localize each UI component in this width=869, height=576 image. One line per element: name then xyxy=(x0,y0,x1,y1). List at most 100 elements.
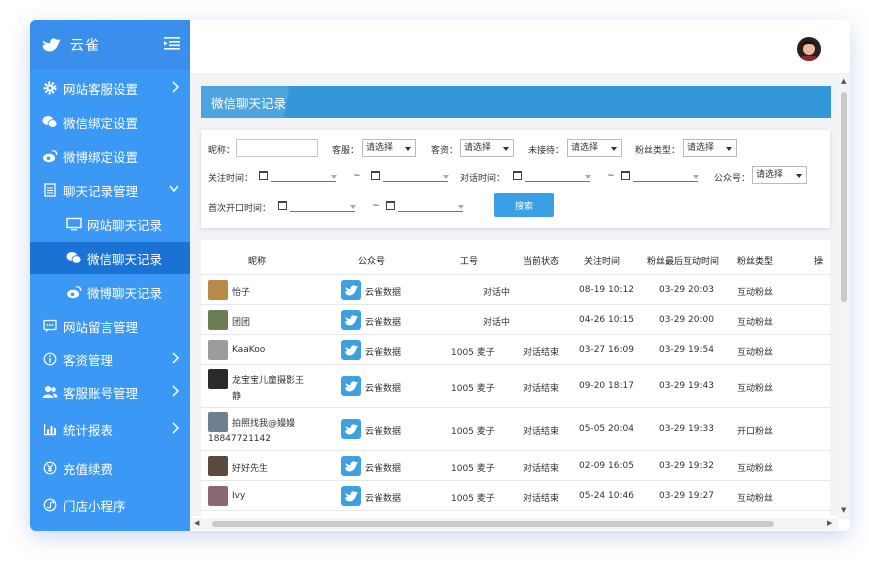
last-interaction-cell: 03-29 20:03 xyxy=(659,285,714,295)
column-header: 操 xyxy=(814,257,824,267)
table-row[interactable]: KaaKoo 云雀数据 1005 麦子 对话结束 03-27 16:09 03-… xyxy=(201,335,830,365)
pending-select[interactable]: 请选择 xyxy=(567,139,622,157)
sidebar-item-label: 微博绑定设置 xyxy=(63,149,139,165)
document-icon xyxy=(42,182,58,198)
sidebar-item-chat-records[interactable]: 聊天记录管理 xyxy=(30,174,190,206)
follow-time-cell: 05-24 10:46 xyxy=(579,491,634,501)
vertical-scrollbar[interactable]: ▲ ▼ xyxy=(838,74,850,519)
official-account-cell: 云雀数据 xyxy=(365,348,402,358)
sidebar-item-weibo-binding[interactable]: 微博绑定设置 xyxy=(30,140,190,172)
last-interaction-cell: 03-29 19:54 xyxy=(659,345,714,355)
sidebar-item-website-service-settings[interactable]: 网站客服设置 xyxy=(30,72,190,104)
last-interaction-cell: 03-29 19:27 xyxy=(659,491,714,501)
follow-time-cell: 02-09 16:05 xyxy=(579,461,634,471)
scroll-up-arrow-icon[interactable]: ▲ xyxy=(841,77,846,85)
last-interaction-cell: 03-29 19:43 xyxy=(659,381,714,391)
sidebar-item-statistics[interactable]: 统计报表 xyxy=(30,413,190,445)
sidebar-item-label: 网站留言管理 xyxy=(63,319,139,335)
official-account-cell: 云雀数据 xyxy=(365,318,402,328)
user-avatar[interactable] xyxy=(797,37,821,61)
miniprogram-icon xyxy=(42,497,58,513)
last-interaction-cell: 03-29 19:33 xyxy=(659,424,714,434)
nickname-cell: 团团 xyxy=(232,318,251,328)
table-row[interactable]: 好好先生 云雀数据 1005 麦子 对话结束 02-09 16:05 03-29… xyxy=(201,451,830,481)
fan-type-cell: 开口粉丝 xyxy=(737,427,774,437)
caret-down-icon xyxy=(503,147,509,151)
fan-type-label: 粉丝类型： xyxy=(635,146,681,156)
column-header: 工号 xyxy=(460,257,479,267)
sidebar: 云雀 网站客服设置 微信绑定设置 微博绑定设置 聊天记录管理 网站聊天记录 微信… xyxy=(30,20,190,531)
column-header: 公众号 xyxy=(358,257,386,267)
staff-cell: 1005 麦子 xyxy=(451,384,495,394)
sidebar-item-recharge[interactable]: 充值续费 xyxy=(30,452,190,484)
users-icon xyxy=(42,384,58,400)
sidebar-item-mini-program[interactable]: 门店小程序 xyxy=(30,489,190,521)
weibo-icon xyxy=(42,148,58,164)
client-select[interactable]: 请选择 xyxy=(460,139,514,157)
chat-time-end[interactable] xyxy=(621,170,701,184)
sidebar-item-client-management[interactable]: 客资管理 xyxy=(30,343,190,375)
status-cell: 对话结束 xyxy=(523,348,560,358)
scroll-down-arrow-icon[interactable]: ▼ xyxy=(841,506,846,514)
sidebar-item-wechat-chat[interactable]: 微信聊天记录 xyxy=(30,242,190,274)
official-account-avatar xyxy=(341,280,361,300)
follow-time-cell: 08-19 10:12 xyxy=(579,285,634,295)
calendar-icon xyxy=(371,171,380,180)
yen-icon xyxy=(42,460,58,476)
sidebar-item-label: 客资管理 xyxy=(63,352,114,368)
table-row[interactable]: 拍照找我@嫚嫚 18847721142 云雀数据 1005 麦子 对话结束 05… xyxy=(201,408,830,451)
follow-time-start[interactable] xyxy=(259,170,339,184)
sidebar-item-label: 客服账号管理 xyxy=(63,385,139,401)
first-talk-start[interactable] xyxy=(278,200,358,214)
vertical-scroll-thumb[interactable] xyxy=(841,92,847,302)
status-cell: 对话结束 xyxy=(523,464,560,474)
table-row[interactable]: 团团 云雀数据 对话中 04-26 10:15 03-29 20:00 互动粉丝 xyxy=(201,305,830,335)
table-row[interactable]: 龙宝宝儿童摄影王 静 云雀数据 1005 麦子 对话结束 09-20 18:17… xyxy=(201,365,830,408)
calendar-icon xyxy=(513,171,522,180)
nickname-cell: 拍照找我@嫚嫚 xyxy=(232,419,296,429)
official-account-cell: 云雀数据 xyxy=(365,384,402,394)
official-account-cell: 云雀数据 xyxy=(365,464,402,474)
sidebar-item-weibo-chat[interactable]: 微博聊天记录 xyxy=(30,276,190,308)
table-row[interactable]: 怡子 云雀数据 对话中 08-19 10:12 03-29 20:03 互动粉丝 xyxy=(201,275,830,305)
scroll-left-arrow-icon[interactable]: ◀ xyxy=(194,519,199,527)
sidebar-item-website-chat[interactable]: 网站聊天记录 xyxy=(30,208,190,240)
search-button[interactable]: 搜索 xyxy=(494,193,554,217)
horizontal-scroll-thumb[interactable] xyxy=(212,521,774,527)
weibo-icon xyxy=(66,284,82,300)
nickname-cell: 怡子 xyxy=(232,288,251,298)
user-avatar xyxy=(208,369,228,389)
official-account-cell: 云雀数据 xyxy=(365,288,402,298)
user-avatar xyxy=(208,412,228,432)
service-select[interactable]: 请选择 xyxy=(362,139,416,157)
scroll-right-arrow-icon[interactable]: ▶ xyxy=(827,519,832,527)
nickname-cell: KaaKoo xyxy=(232,345,266,355)
fan-type-select[interactable]: 请选择 xyxy=(683,139,737,157)
fan-type-cell: 互动粉丝 xyxy=(737,288,774,298)
table-row[interactable]: Ivy 云雀数据 1005 麦子 对话结束 05-24 10:46 03-29 … xyxy=(201,481,830,511)
bird-logo-icon xyxy=(42,38,62,52)
official-account-cell: 云雀数据 xyxy=(365,427,402,437)
brand: 云雀 xyxy=(30,20,190,70)
sidebar-item-label: 网站聊天记录 xyxy=(87,217,163,233)
monitor-icon xyxy=(66,216,82,232)
staff-cell: 1005 麦子 xyxy=(451,494,495,504)
user-avatar xyxy=(208,280,228,300)
menu-collapse-icon[interactable] xyxy=(164,36,180,50)
fan-type-cell: 互动粉丝 xyxy=(737,348,774,358)
nickname-cell-line2: 静 xyxy=(232,392,242,402)
gear-icon xyxy=(42,80,58,96)
info-icon xyxy=(42,351,58,367)
first-talk-end[interactable] xyxy=(386,200,466,214)
official-account-label: 公众号： xyxy=(714,174,751,184)
column-header: 关注时间 xyxy=(584,257,621,267)
sidebar-item-website-messages[interactable]: 网站留言管理 xyxy=(30,310,190,342)
official-account-select[interactable]: 请选择 xyxy=(752,166,807,184)
sidebar-item-wechat-binding[interactable]: 微信绑定设置 xyxy=(30,106,190,138)
follow-time-end[interactable] xyxy=(371,170,451,184)
staff-cell: 1005 麦子 xyxy=(451,348,495,358)
sidebar-item-service-accounts[interactable]: 客服账号管理 xyxy=(30,376,190,408)
nickname-input[interactable] xyxy=(236,139,318,157)
chat-time-start[interactable] xyxy=(513,170,593,184)
horizontal-scrollbar[interactable]: ◀ ▶ xyxy=(190,518,838,530)
